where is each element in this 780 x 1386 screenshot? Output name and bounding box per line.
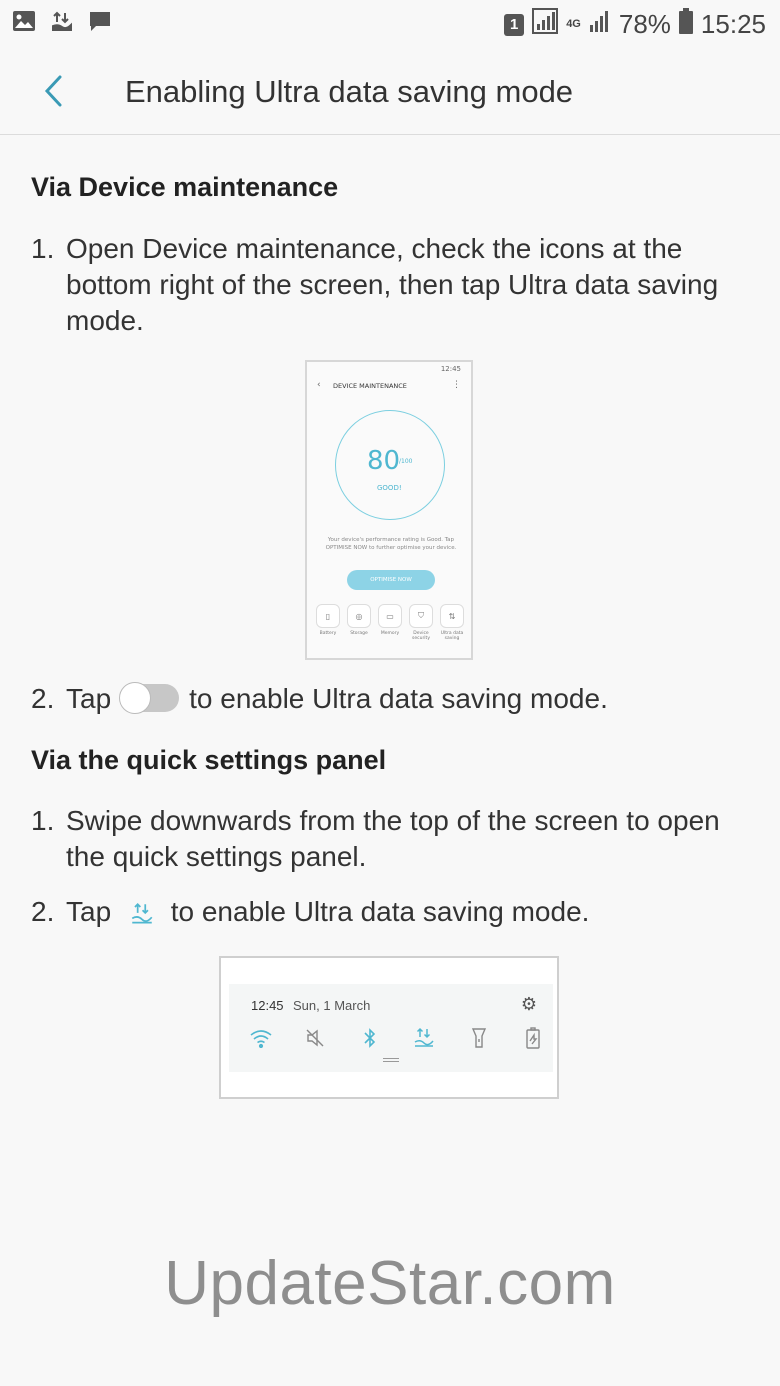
score-max: /100 [399,458,413,465]
step-quick-panel-2: 2. Tap to enable Ultra data saving mode. [31,894,751,934]
step-text-before: Tap [66,896,112,927]
step-number: 2. [31,896,55,927]
data-saving-icon [50,10,74,39]
message-icon [88,10,112,39]
section-heading-quick-panel: Via the quick settings panel [31,745,387,775]
shield-icon: ⛉ [409,604,433,628]
network-type-label: 4G [566,18,581,30]
bluetooth-icon [356,1024,384,1052]
step-device-maintenance-1: 1. Open Device maintenance, check the ic… [31,231,751,339]
ultra-data-saving-icon [129,901,155,927]
back-button[interactable] [30,68,76,114]
score-rating: GOOD! [377,484,402,492]
clock: 15:25 [700,9,766,39]
memory-tile: ▭ Memory [377,604,403,641]
signal-icon [532,8,559,41]
storage-tile: ◎ Storage [346,604,372,641]
mock-status-time: 12:45 [440,365,461,373]
mock-back-icon: ‹ [317,380,321,390]
panel-time: 12:45 [251,998,284,1013]
status-bar: 1 4G 78% 15:25 [0,0,780,48]
device-maintenance-screenshot: 12:45 ‹ DEVICE MAINTENANCE ⋮ 80 /100 GOO… [305,360,473,660]
chevron-left-icon [44,75,62,107]
score-value: 80 [367,446,401,476]
quick-settings-row [247,1024,547,1052]
step-device-maintenance-2: 2. Tap to enable Ultra data saving mode. [31,681,751,721]
wifi-icon [247,1024,275,1052]
quick-panel: 12:45 Sun, 1 March ⚙ [229,984,553,1072]
step-number: 2. [31,683,55,714]
battery-icon [678,8,693,41]
ultra-data-saving-tile: ⇅ Ultra data saving [439,604,465,641]
data-saving-icon: ⇅ [440,604,464,628]
signal-bars-icon [589,9,611,40]
gear-icon: ⚙ [520,994,537,1014]
page-title: Enabling Ultra data saving mode [125,74,574,109]
mock-more-icon: ⋮ [452,380,461,390]
step-text: Swipe downwards from the top of the scre… [66,805,720,872]
score-description: Your device's performance rating is Good… [325,537,457,551]
step-text-after: to enable Ultra data saving mode. [189,683,608,714]
device-security-tile: ⛉ Device security [408,604,434,641]
battery-percent: 78% [618,9,671,39]
step-number: 1. [31,805,55,836]
mock-title: DEVICE MAINTENANCE [333,382,407,390]
storage-icon: ◎ [347,604,371,628]
toggle-knob [119,681,152,714]
quick-panel-screenshot: 12:45 Sun, 1 March ⚙ [219,956,559,1099]
flashlight-icon [465,1024,493,1052]
data-saving-icon [410,1024,438,1052]
step-quick-panel-1: 1. Swipe downwards from the top of the s… [31,803,751,875]
step-text-before: Tap [66,683,112,714]
gallery-icon [12,10,36,39]
memory-icon: ▭ [378,604,402,628]
ultra-data-saving-toggle[interactable] [119,681,180,714]
battery-icon: ▯ [316,604,340,628]
section-heading-device-maintenance: Via Device maintenance [31,172,339,202]
app-bar: Enabling Ultra data saving mode [0,48,780,135]
maintenance-icons: ▯ Battery ◎ Storage ▭ Memory ⛉ Device securi… [315,604,465,641]
battery-tile: ▯ Battery [315,604,341,641]
power-saving-icon [519,1024,547,1052]
panel-drag-handle [383,1058,399,1062]
step-text: Open Device maintenance, check the icons… [66,233,719,336]
watermark: UpdateStar.com [164,1249,616,1318]
optimise-now-button: OPTIMISE NOW [347,570,435,590]
mute-icon [301,1024,329,1052]
step-number: 1. [31,233,55,264]
panel-date: Sun, 1 March [293,998,371,1013]
step-text-after: to enable Ultra data saving mode. [170,896,590,927]
sim-badge: 1 [504,13,525,36]
